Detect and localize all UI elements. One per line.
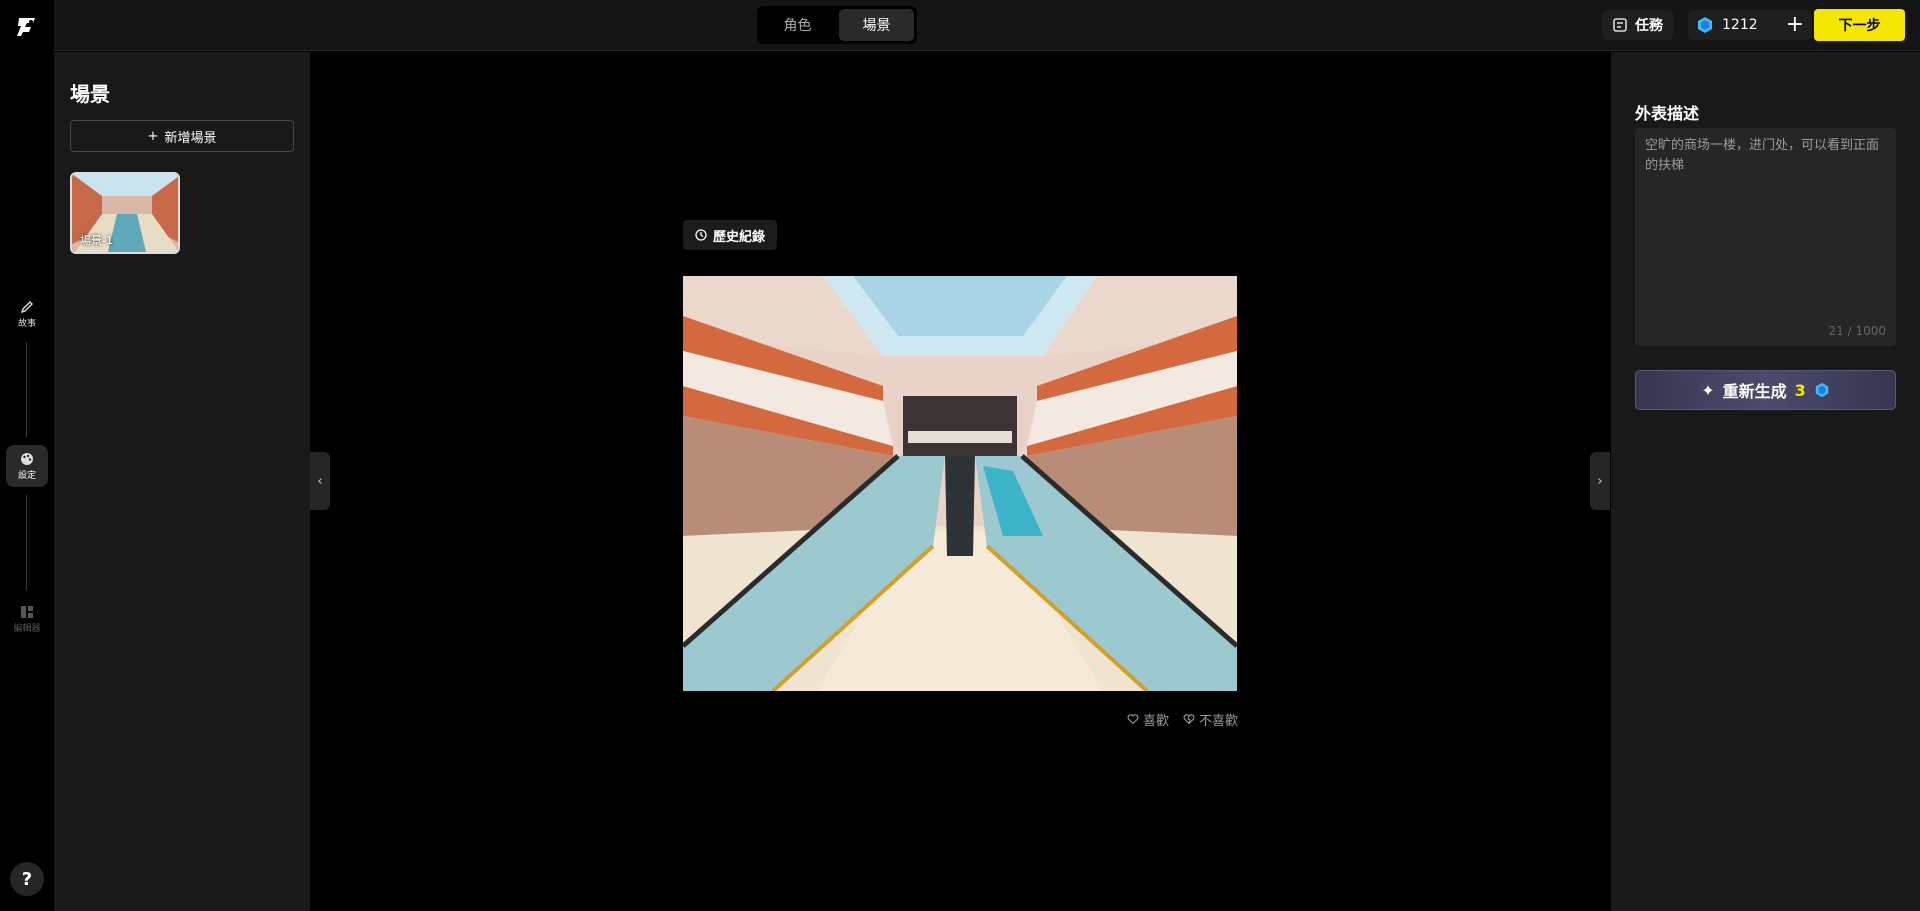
app-logo-icon[interactable] (15, 14, 39, 38)
next-step-button[interactable]: 下一步 (1814, 9, 1905, 41)
tasks-label: 任務 (1635, 18, 1663, 34)
scene-image-illustration (683, 276, 1237, 691)
regenerate-button[interactable]: ✦ 重新生成 3 (1635, 370, 1896, 410)
tab-character[interactable]: 角色 (760, 9, 835, 41)
gem-icon (1698, 17, 1712, 33)
appearance-title: 外表描述 (1635, 104, 1700, 123)
pencil-icon (20, 300, 33, 313)
scene-thumbnail[interactable]: 場景-1 (70, 172, 180, 254)
dislike-label: 不喜歡 (1198, 713, 1238, 729)
history-label: 歷史紀錄 (712, 229, 765, 245)
rail-item-label: 編輯器 (13, 623, 41, 634)
tab-scene[interactable]: 場景 (839, 9, 914, 41)
chevron-right-icon: › (1597, 473, 1603, 489)
scene-list-panel: 場景 + 新增場景 場景-1 (54, 52, 310, 911)
properties-panel: 外表描述 空旷的商场一楼，进门处，可以看到正面的扶梯 21 / 1000 ✦ 重… (1611, 52, 1920, 911)
left-rail: 故事 設定 編輯器 ? (0, 0, 54, 911)
rail-item-label: 設定 (17, 470, 36, 481)
top-bar: 角色 場景 任務 1212 + 下一步 (54, 0, 1920, 51)
rail-item-editor[interactable]: 編輯器 (6, 598, 48, 640)
char-counter: 21 / 1000 (1828, 324, 1886, 338)
credits-widget: 1212 + (1688, 10, 1812, 40)
rail-connector (26, 342, 27, 437)
dislike-button[interactable]: 不喜歡 (1183, 710, 1238, 729)
rail-item-label: 故事 (17, 318, 36, 329)
credits-count: 1212 (1722, 17, 1758, 33)
regenerate-label: 重新生成 (1722, 382, 1787, 401)
mode-tabs: 角色 場景 (757, 6, 917, 44)
sparkle-icon: ✦ (1701, 380, 1715, 400)
chevron-left-icon: ‹ (317, 473, 323, 489)
feedback-row: 喜歡 不喜歡 (1110, 709, 1238, 729)
add-scene-label: 新增場景 (164, 130, 217, 146)
gem-icon (1815, 382, 1829, 398)
add-scene-button[interactable]: + 新增場景 (70, 120, 294, 152)
appearance-textarea[interactable]: 空旷的商场一楼，进门处，可以看到正面的扶梯 21 / 1000 (1635, 128, 1896, 346)
tasks-button[interactable]: 任務 (1602, 10, 1674, 40)
help-button[interactable]: ? (10, 862, 44, 896)
clock-icon (695, 229, 707, 241)
task-list-icon (1613, 18, 1627, 32)
collapse-right-panel-button[interactable]: › (1590, 452, 1610, 510)
appearance-text: 空旷的商场一楼，进门处，可以看到正面的扶梯 (1645, 138, 1880, 173)
palette-icon (21, 452, 33, 465)
collapse-left-panel-button[interactable]: ‹ (310, 452, 330, 510)
like-label: 喜歡 (1142, 713, 1169, 729)
broken-heart-icon (1183, 714, 1195, 725)
scene-label: 場景-1 (80, 234, 113, 247)
history-button[interactable]: 歷史紀錄 (683, 220, 777, 250)
regenerate-cost: 3 (1794, 380, 1806, 400)
generated-scene-image (683, 276, 1237, 691)
heart-icon (1127, 714, 1139, 725)
panel-title: 場景 (70, 82, 110, 106)
rail-connector (26, 495, 27, 590)
rail-item-story[interactable]: 故事 (6, 293, 48, 335)
add-credits-icon[interactable]: + (1786, 14, 1804, 36)
layout-icon (21, 605, 33, 618)
rail-item-settings[interactable]: 設定 (6, 445, 48, 487)
plus-icon: + (147, 128, 159, 144)
like-button[interactable]: 喜歡 (1127, 710, 1169, 729)
